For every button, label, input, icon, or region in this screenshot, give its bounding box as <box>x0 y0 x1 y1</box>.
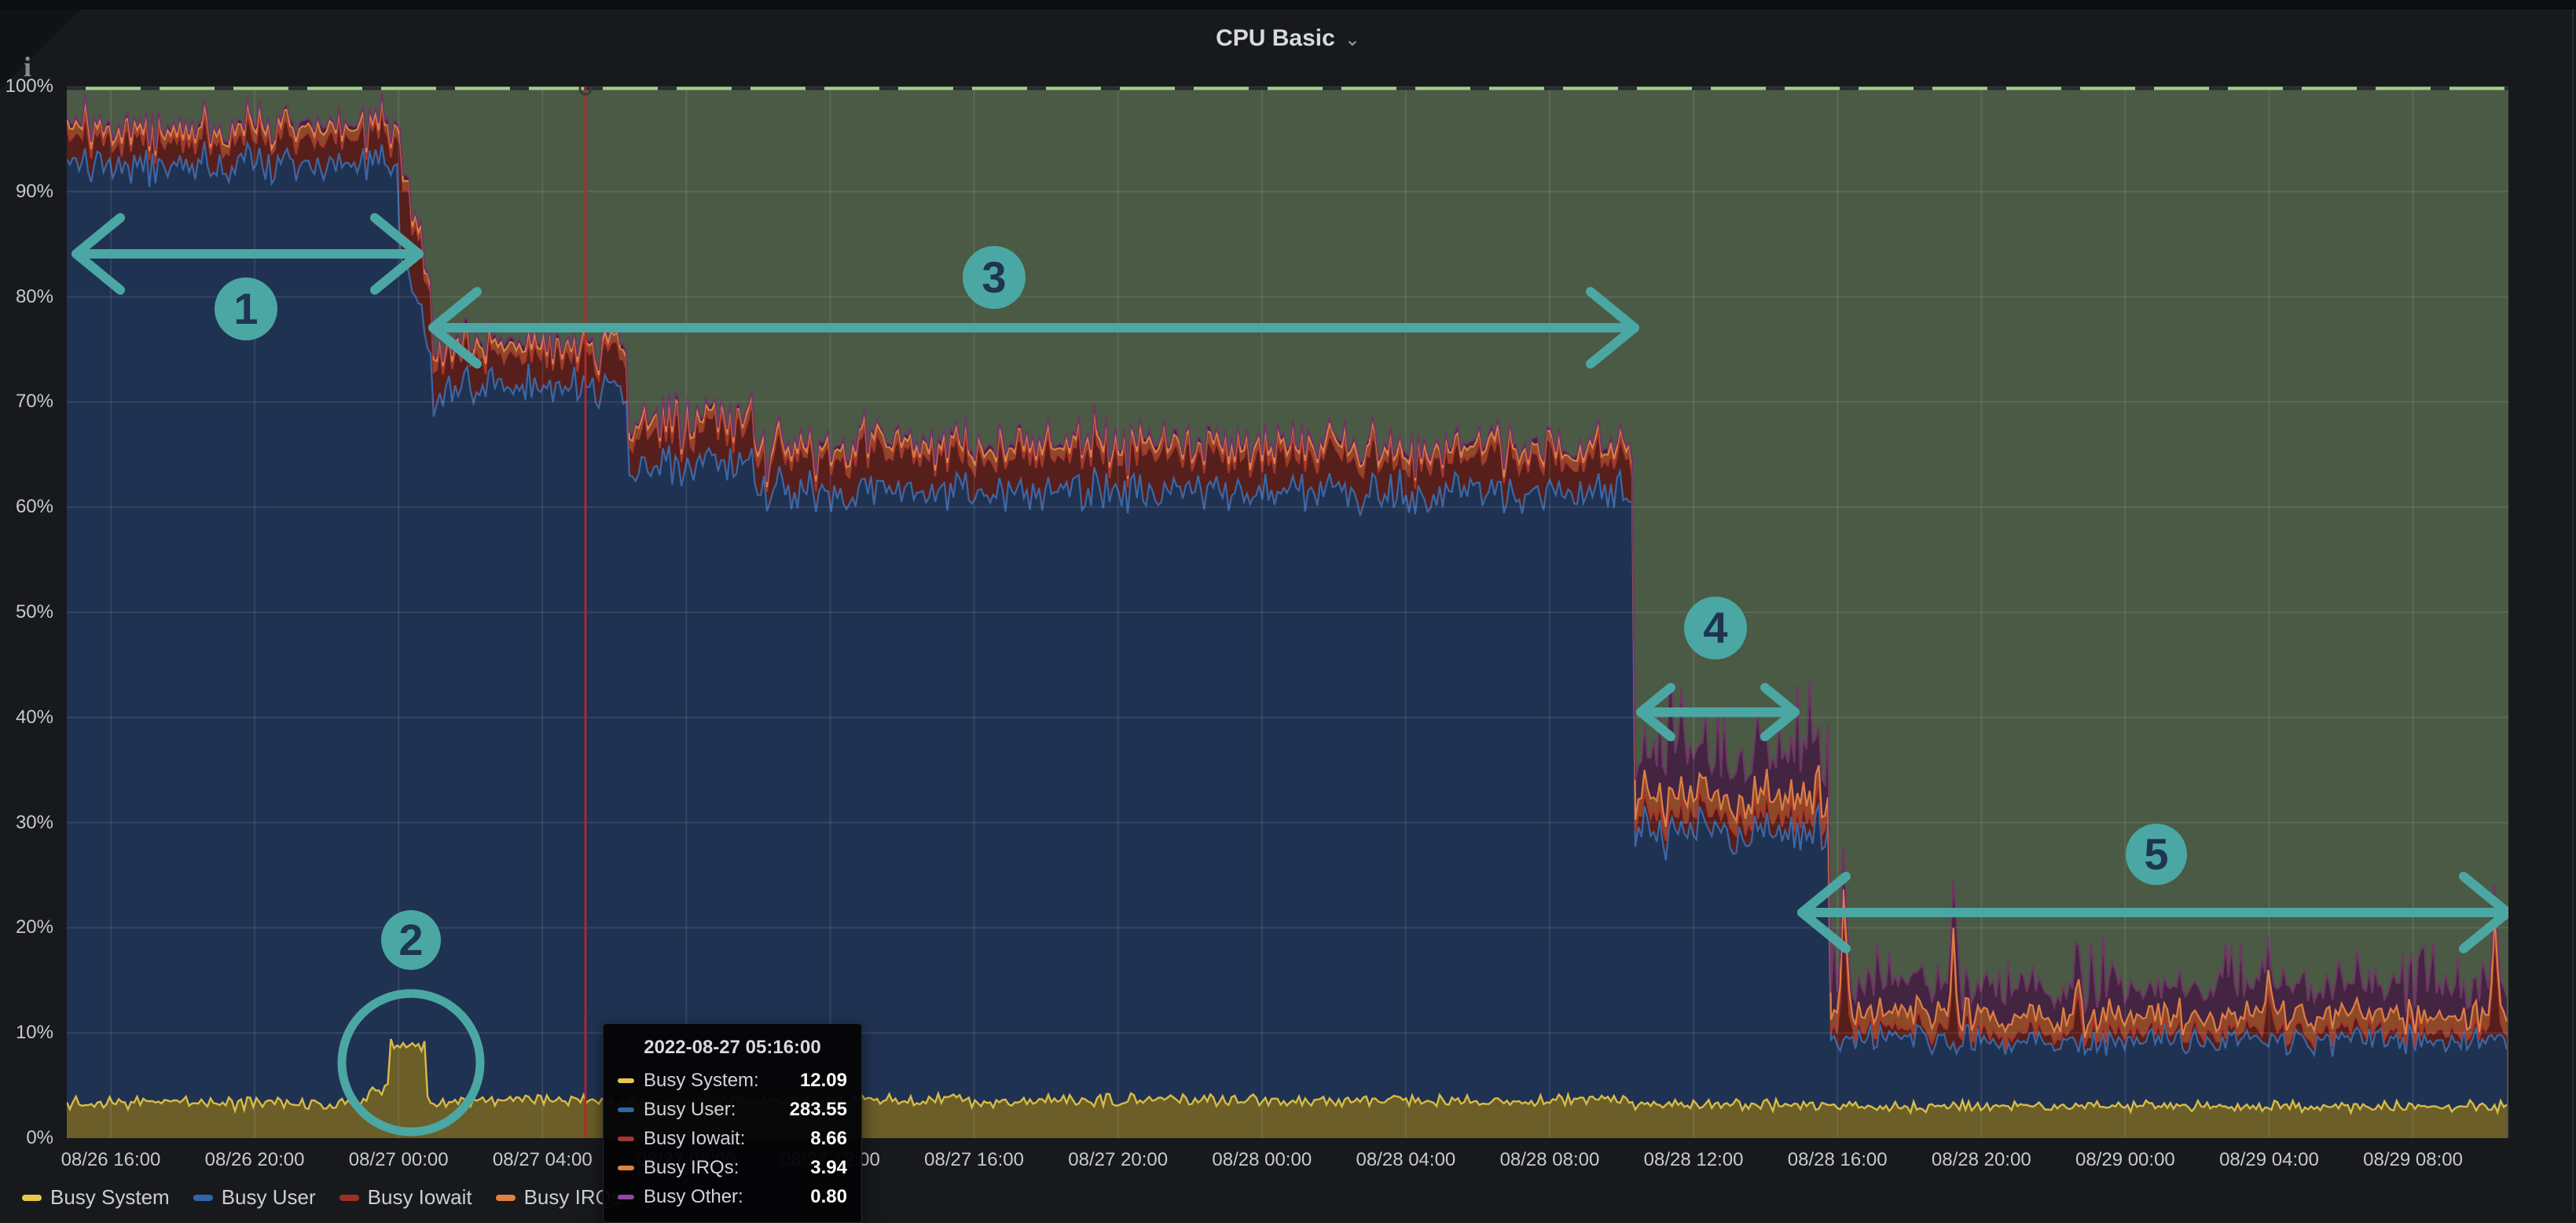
y-tick-label: 60% <box>0 496 53 518</box>
x-tick-label: 08/28 16:00 <box>1788 1149 1888 1171</box>
hover-tooltip: 2022-08-27 05:16:00 Busy System:12.09Bus… <box>603 1023 862 1223</box>
y-tick-label: 80% <box>0 286 53 308</box>
annotation-badge-3: 3 <box>963 246 1026 309</box>
svg-text:5: 5 <box>2144 829 2168 879</box>
annotation-badge-1: 1 <box>215 277 277 340</box>
y-tick-label: 0% <box>0 1127 53 1149</box>
x-tick-label: 08/26 16:00 <box>61 1149 161 1171</box>
tooltip-row: Busy IRQs: 3.94 <box>618 1157 847 1179</box>
tooltip-series-value: 283.55 <box>790 1099 847 1121</box>
x-tick-label: 08/28 20:00 <box>1932 1149 2031 1171</box>
x-tick-label: 08/29 00:00 <box>2075 1149 2175 1171</box>
annotation-badge-4: 4 <box>1684 597 1747 659</box>
x-tick-label: 08/27 00:00 <box>349 1149 449 1171</box>
tooltip-row: Busy Iowait: 8.66 <box>618 1128 847 1150</box>
x-tick-label: 08/28 12:00 <box>1644 1149 1744 1171</box>
svg-text:2: 2 <box>398 915 423 964</box>
tooltip-series-dash-icon <box>618 1195 634 1199</box>
legend-series-dash-icon <box>22 1195 42 1201</box>
x-tick-label: 08/26 20:00 <box>205 1149 305 1171</box>
x-tick-label: 08/27 16:00 <box>924 1149 1024 1171</box>
chevron-down-icon: ⌄ <box>1345 29 1360 50</box>
svg-text:4: 4 <box>1703 603 1727 652</box>
legend-series-label: Busy User <box>222 1185 316 1210</box>
tooltip-series-label: Busy Other: <box>644 1186 796 1208</box>
legend-series-dash-icon <box>193 1195 213 1201</box>
panel-header: CPU Basic ⌄ <box>0 9 2576 79</box>
y-tick-label: 20% <box>0 916 53 938</box>
tooltip-series-value: 8.66 <box>810 1128 847 1150</box>
y-tick-label: 90% <box>0 181 53 203</box>
legend-item[interactable]: Busy System <box>22 1185 170 1210</box>
legend-series-dash-icon <box>339 1195 359 1201</box>
tooltip-row: Busy Other: 0.80 <box>618 1186 847 1208</box>
tooltip-series-label: Busy System: <box>644 1070 786 1092</box>
svg-text:1: 1 <box>233 284 258 333</box>
y-tick-label: 100% <box>0 75 53 97</box>
x-tick-label: 08/27 20:00 <box>1068 1149 1168 1171</box>
window-top-strip <box>0 0 2576 9</box>
svg-text:3: 3 <box>982 252 1006 302</box>
y-tick-label: 70% <box>0 391 53 413</box>
x-tick-label: 08/27 04:00 <box>493 1149 593 1171</box>
tooltip-series-value: 3.94 <box>810 1157 847 1179</box>
tooltip-series-label: Busy IRQs: <box>644 1157 796 1179</box>
y-tick-label: 50% <box>0 601 53 623</box>
annotation-badge-2: 2 <box>381 910 441 970</box>
right-edge-divider <box>2572 9 2574 1212</box>
legend-series-dash-icon <box>496 1195 516 1201</box>
tooltip-series-label: Busy Iowait: <box>644 1128 796 1150</box>
legend-series-label: Busy System <box>50 1185 170 1210</box>
x-tick-label: 08/28 04:00 <box>1356 1149 1455 1171</box>
legend-item[interactable]: Busy Iowait <box>339 1185 472 1210</box>
x-tick-label: 08/28 00:00 <box>1212 1149 1312 1171</box>
panel-title-menu[interactable]: CPU Basic ⌄ <box>1216 25 1360 52</box>
tooltip-timestamp: 2022-08-27 05:16:00 <box>618 1037 847 1059</box>
y-tick-label: 40% <box>0 707 53 729</box>
tooltip-series-value: 12.09 <box>800 1070 847 1092</box>
x-tick-label: 08/29 08:00 <box>2363 1149 2463 1171</box>
legend-series-label: Busy Iowait <box>368 1185 472 1210</box>
x-tick-label: 08/28 08:00 <box>1500 1149 1600 1171</box>
annotation-badge-5: 5 <box>2126 824 2187 885</box>
tooltip-row: Busy System: 12.09 <box>618 1070 847 1092</box>
tooltip-series-label: Busy User: <box>644 1099 776 1121</box>
tooltip-series-dash-icon <box>618 1166 634 1170</box>
panel-title-text: CPU Basic <box>1216 25 1335 51</box>
tooltip-series-dash-icon <box>618 1078 634 1083</box>
y-tick-label: 30% <box>0 812 53 834</box>
tooltip-series-value: 0.80 <box>810 1186 847 1208</box>
plot-canvas[interactable]: 1 2 3 4 5 <box>67 86 2508 1138</box>
tooltip-series-dash-icon <box>618 1137 634 1141</box>
legend-item[interactable]: Busy User <box>193 1185 316 1210</box>
tooltip-series-dash-icon <box>618 1107 634 1112</box>
legend: Busy SystemBusy UserBusy IowaitBusy IRQs <box>22 1185 622 1210</box>
y-tick-label: 10% <box>0 1022 53 1044</box>
grafana-cpu-panel: { "panel": { "title": "CPU Basic", "chev… <box>0 0 2576 1212</box>
x-tick-label: 08/29 04:00 <box>2219 1149 2319 1171</box>
tooltip-row: Busy User: 283.55 <box>618 1099 847 1121</box>
